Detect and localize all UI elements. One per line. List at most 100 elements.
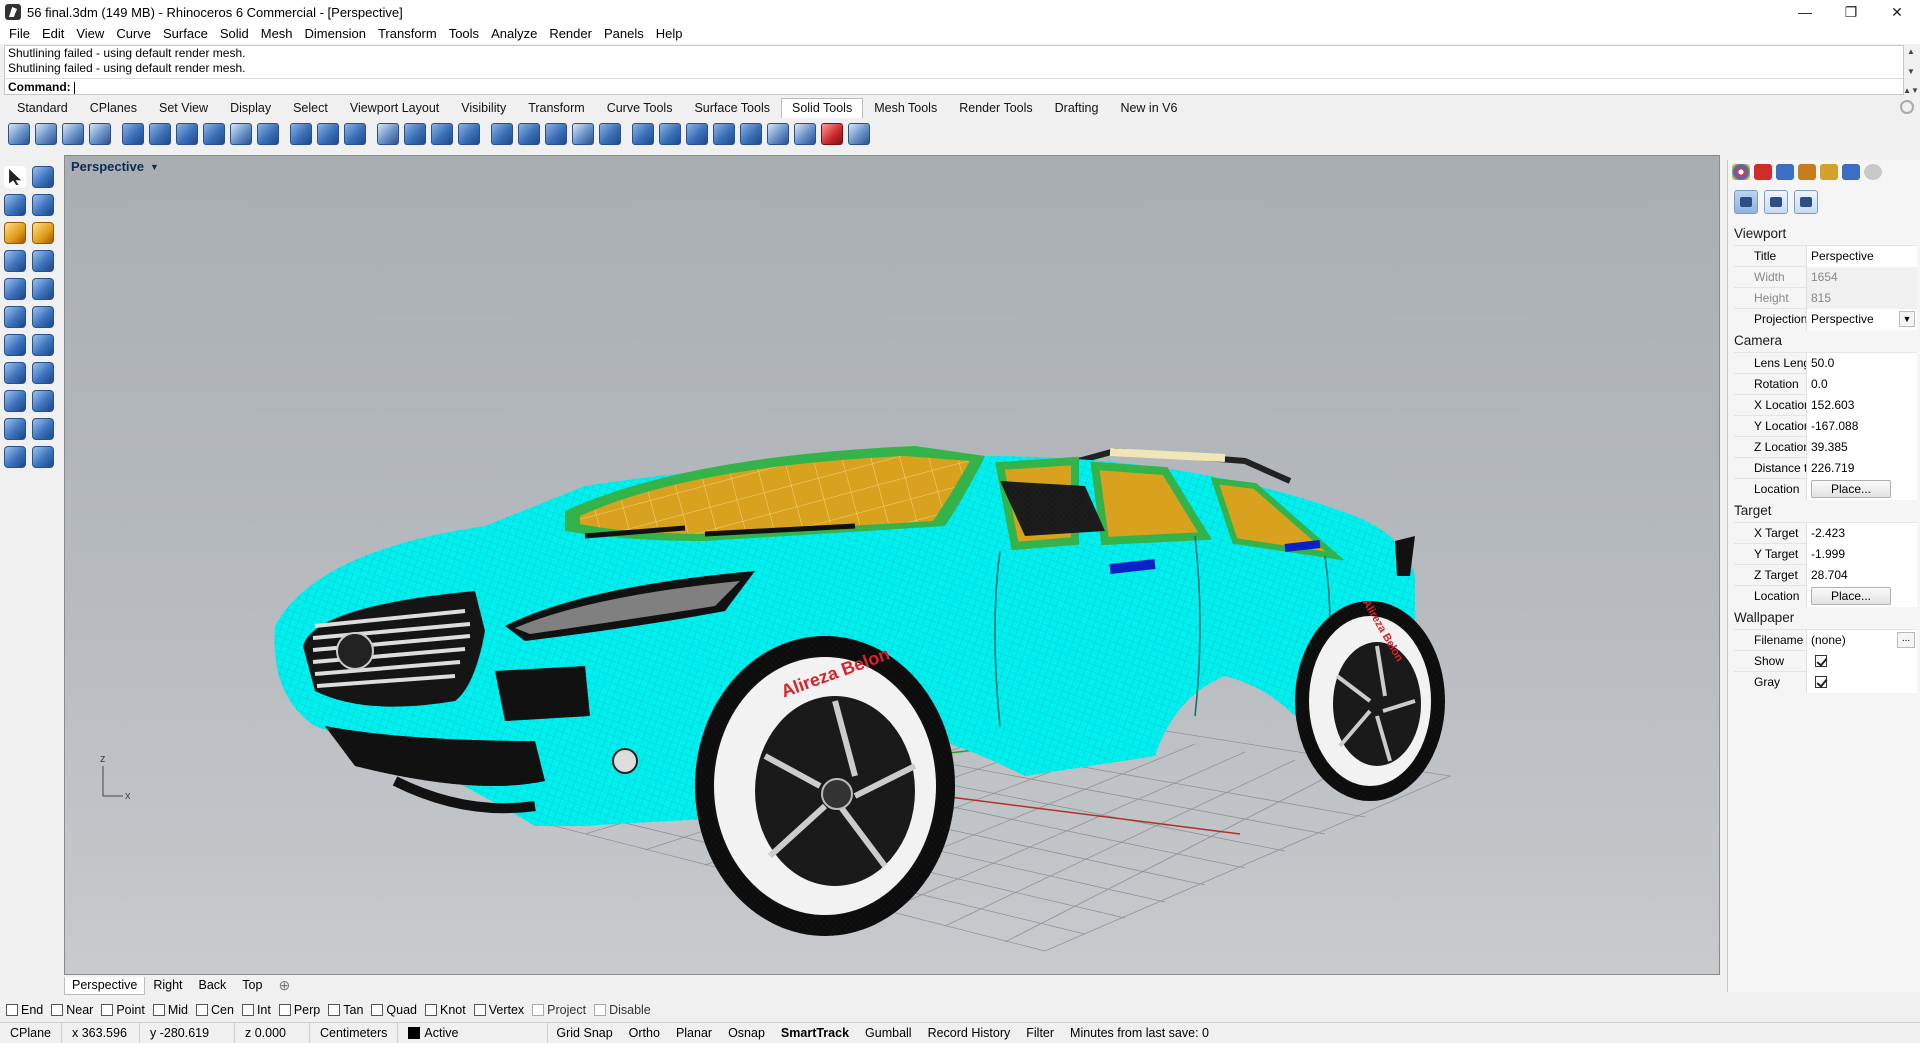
ellipsoid-icon[interactable] — [32, 278, 54, 300]
tab-display[interactable]: Display — [219, 98, 282, 118]
viewport-camera-icon[interactable] — [1734, 190, 1758, 214]
toggle-filter[interactable]: Filter — [1018, 1023, 1062, 1043]
point-icon[interactable] — [32, 166, 54, 188]
extrude-face-icon[interactable] — [317, 123, 339, 145]
menu-mesh[interactable]: Mesh — [255, 24, 299, 44]
command-scrollbar[interactable]: ▲ ▼ ▲▼ — [1903, 47, 1919, 95]
area-centroid-icon[interactable] — [686, 123, 708, 145]
menu-tools[interactable]: Tools — [443, 24, 485, 44]
panel-options-gear-icon[interactable] — [1864, 164, 1882, 180]
tab-standard[interactable]: Standard — [6, 98, 79, 118]
rotate-hole-icon[interactable] — [458, 123, 480, 145]
move-face-icon[interactable] — [290, 123, 312, 145]
boolean-difference-icon[interactable] — [35, 123, 57, 145]
target-place-button[interactable]: Place... — [1811, 586, 1891, 605]
status-cplane[interactable]: CPlane — [0, 1022, 62, 1043]
menu-analyze[interactable]: Analyze — [485, 24, 543, 44]
restore-button[interactable]: ❐ — [1828, 0, 1874, 24]
menu-help[interactable]: Help — [650, 24, 689, 44]
split-face-icon[interactable] — [545, 123, 567, 145]
revolve-icon[interactable] — [32, 390, 54, 412]
named-views-tab-icon[interactable] — [1842, 164, 1860, 180]
camera-place-button[interactable]: Place... — [1811, 479, 1891, 498]
tab-cplanes[interactable]: CPlanes — [79, 98, 148, 118]
fillet-edges-icon[interactable] — [176, 123, 198, 145]
sphere-icon[interactable] — [4, 278, 26, 300]
osnap-near[interactable]: Near — [51, 1003, 93, 1017]
materials-tab-icon[interactable] — [1754, 164, 1772, 180]
menu-file[interactable]: File — [3, 24, 36, 44]
layers-tab-icon[interactable] — [1798, 164, 1816, 180]
extract-surface-icon[interactable] — [149, 123, 171, 145]
make-hole-icon[interactable] — [404, 123, 426, 145]
paraboloid-icon[interactable] — [32, 306, 54, 328]
status-layer[interactable]: Active — [398, 1022, 549, 1043]
tab-solid-tools[interactable]: Solid Tools — [780, 98, 864, 118]
projection-select[interactable]: Perspective ▼ — [1806, 308, 1917, 330]
tab-curve-tools[interactable]: Curve Tools — [596, 98, 684, 118]
solid-box-icon[interactable] — [32, 250, 54, 272]
status-units[interactable]: Centimeters — [310, 1022, 399, 1043]
toggle-smarttrack[interactable]: SmartTrack — [773, 1023, 857, 1043]
minimize-button[interactable]: — — [1782, 0, 1828, 24]
files-tab-icon[interactable] — [1820, 164, 1838, 180]
y-location-field[interactable]: -167.088 — [1806, 415, 1917, 437]
solid-edit-tools-icon[interactable] — [257, 123, 279, 145]
circle-icon[interactable] — [4, 222, 26, 244]
viewport-frame-icon[interactable] — [1764, 190, 1788, 214]
toggle-ortho[interactable]: Ortho — [621, 1023, 668, 1043]
tab-viewport-layout[interactable]: Viewport Layout — [339, 98, 450, 118]
viewport-tab-back[interactable]: Back — [191, 976, 235, 995]
volume-centroid-icon[interactable] — [713, 123, 735, 145]
menu-curve[interactable]: Curve — [110, 24, 157, 44]
cylinder-icon[interactable] — [4, 362, 26, 384]
title-field[interactable]: Perspective — [1806, 245, 1917, 267]
toggle-record-history[interactable]: Record History — [920, 1023, 1019, 1043]
truncated-cone-icon[interactable] — [32, 334, 54, 356]
y-target-field[interactable]: -1.999 — [1806, 543, 1917, 565]
merge-faces-icon[interactable] — [518, 123, 540, 145]
dense-grid-mesh-icon[interactable] — [794, 123, 816, 145]
boolean-intersection-icon[interactable] — [62, 123, 84, 145]
osnap-cen[interactable]: Cen — [196, 1003, 234, 1017]
move-edge-icon[interactable] — [344, 123, 366, 145]
z-location-field[interactable]: 39.385 — [1806, 436, 1917, 458]
create-solid-icon[interactable] — [599, 123, 621, 145]
toggle-grid-snap[interactable]: Grid Snap — [548, 1023, 620, 1043]
toggle-planar[interactable]: Planar — [668, 1023, 720, 1043]
tab-mesh-tools[interactable]: Mesh Tools — [863, 98, 948, 118]
osnap-knot[interactable]: Knot — [425, 1003, 466, 1017]
tab-render-tools[interactable]: Render Tools — [948, 98, 1043, 118]
menu-view[interactable]: View — [70, 24, 110, 44]
tube-icon[interactable] — [32, 362, 54, 384]
menu-transform[interactable]: Transform — [372, 24, 443, 44]
sweep-icon[interactable] — [4, 418, 26, 440]
osnap-vertex[interactable]: Vertex — [473, 1003, 524, 1017]
close-button[interactable]: ✕ — [1874, 0, 1920, 24]
arc-icon[interactable] — [32, 222, 54, 244]
boolean-split-icon[interactable] — [89, 123, 111, 145]
place-hole-icon[interactable] — [431, 123, 453, 145]
viewport-menu-chevron-icon[interactable]: ▼ — [150, 162, 159, 172]
wallpaper-show-checkbox[interactable] — [1815, 654, 1827, 667]
curve-icon[interactable] — [32, 194, 54, 216]
viewport-title-label[interactable]: Perspective — [71, 159, 144, 174]
wire-cut-icon[interactable] — [377, 123, 399, 145]
properties-tab-icon[interactable] — [1732, 164, 1750, 180]
tab-set-view[interactable]: Set View — [148, 98, 219, 118]
ellipse-icon[interactable] — [4, 390, 26, 412]
toggle-gumball[interactable]: Gumball — [857, 1023, 920, 1043]
mesh-from-solid-icon[interactable] — [740, 123, 762, 145]
polyline-icon[interactable] — [4, 194, 26, 216]
viewport-tab-top[interactable]: Top — [234, 976, 270, 995]
remove-holes-icon[interactable] — [821, 123, 843, 145]
tab-new-in-v6[interactable]: New in V6 — [1109, 98, 1188, 118]
wallpaper-gray-checkbox[interactable] — [1815, 675, 1827, 688]
volume-icon[interactable] — [659, 123, 681, 145]
display-mode-icon[interactable] — [1794, 190, 1818, 214]
environment-tab-icon[interactable] — [1776, 164, 1794, 180]
toggle-osnap[interactable]: Osnap — [720, 1023, 773, 1043]
x-location-field[interactable]: 152.603 — [1806, 394, 1917, 416]
box-icon[interactable] — [4, 250, 26, 272]
cap-planar-holes-icon[interactable] — [122, 123, 144, 145]
